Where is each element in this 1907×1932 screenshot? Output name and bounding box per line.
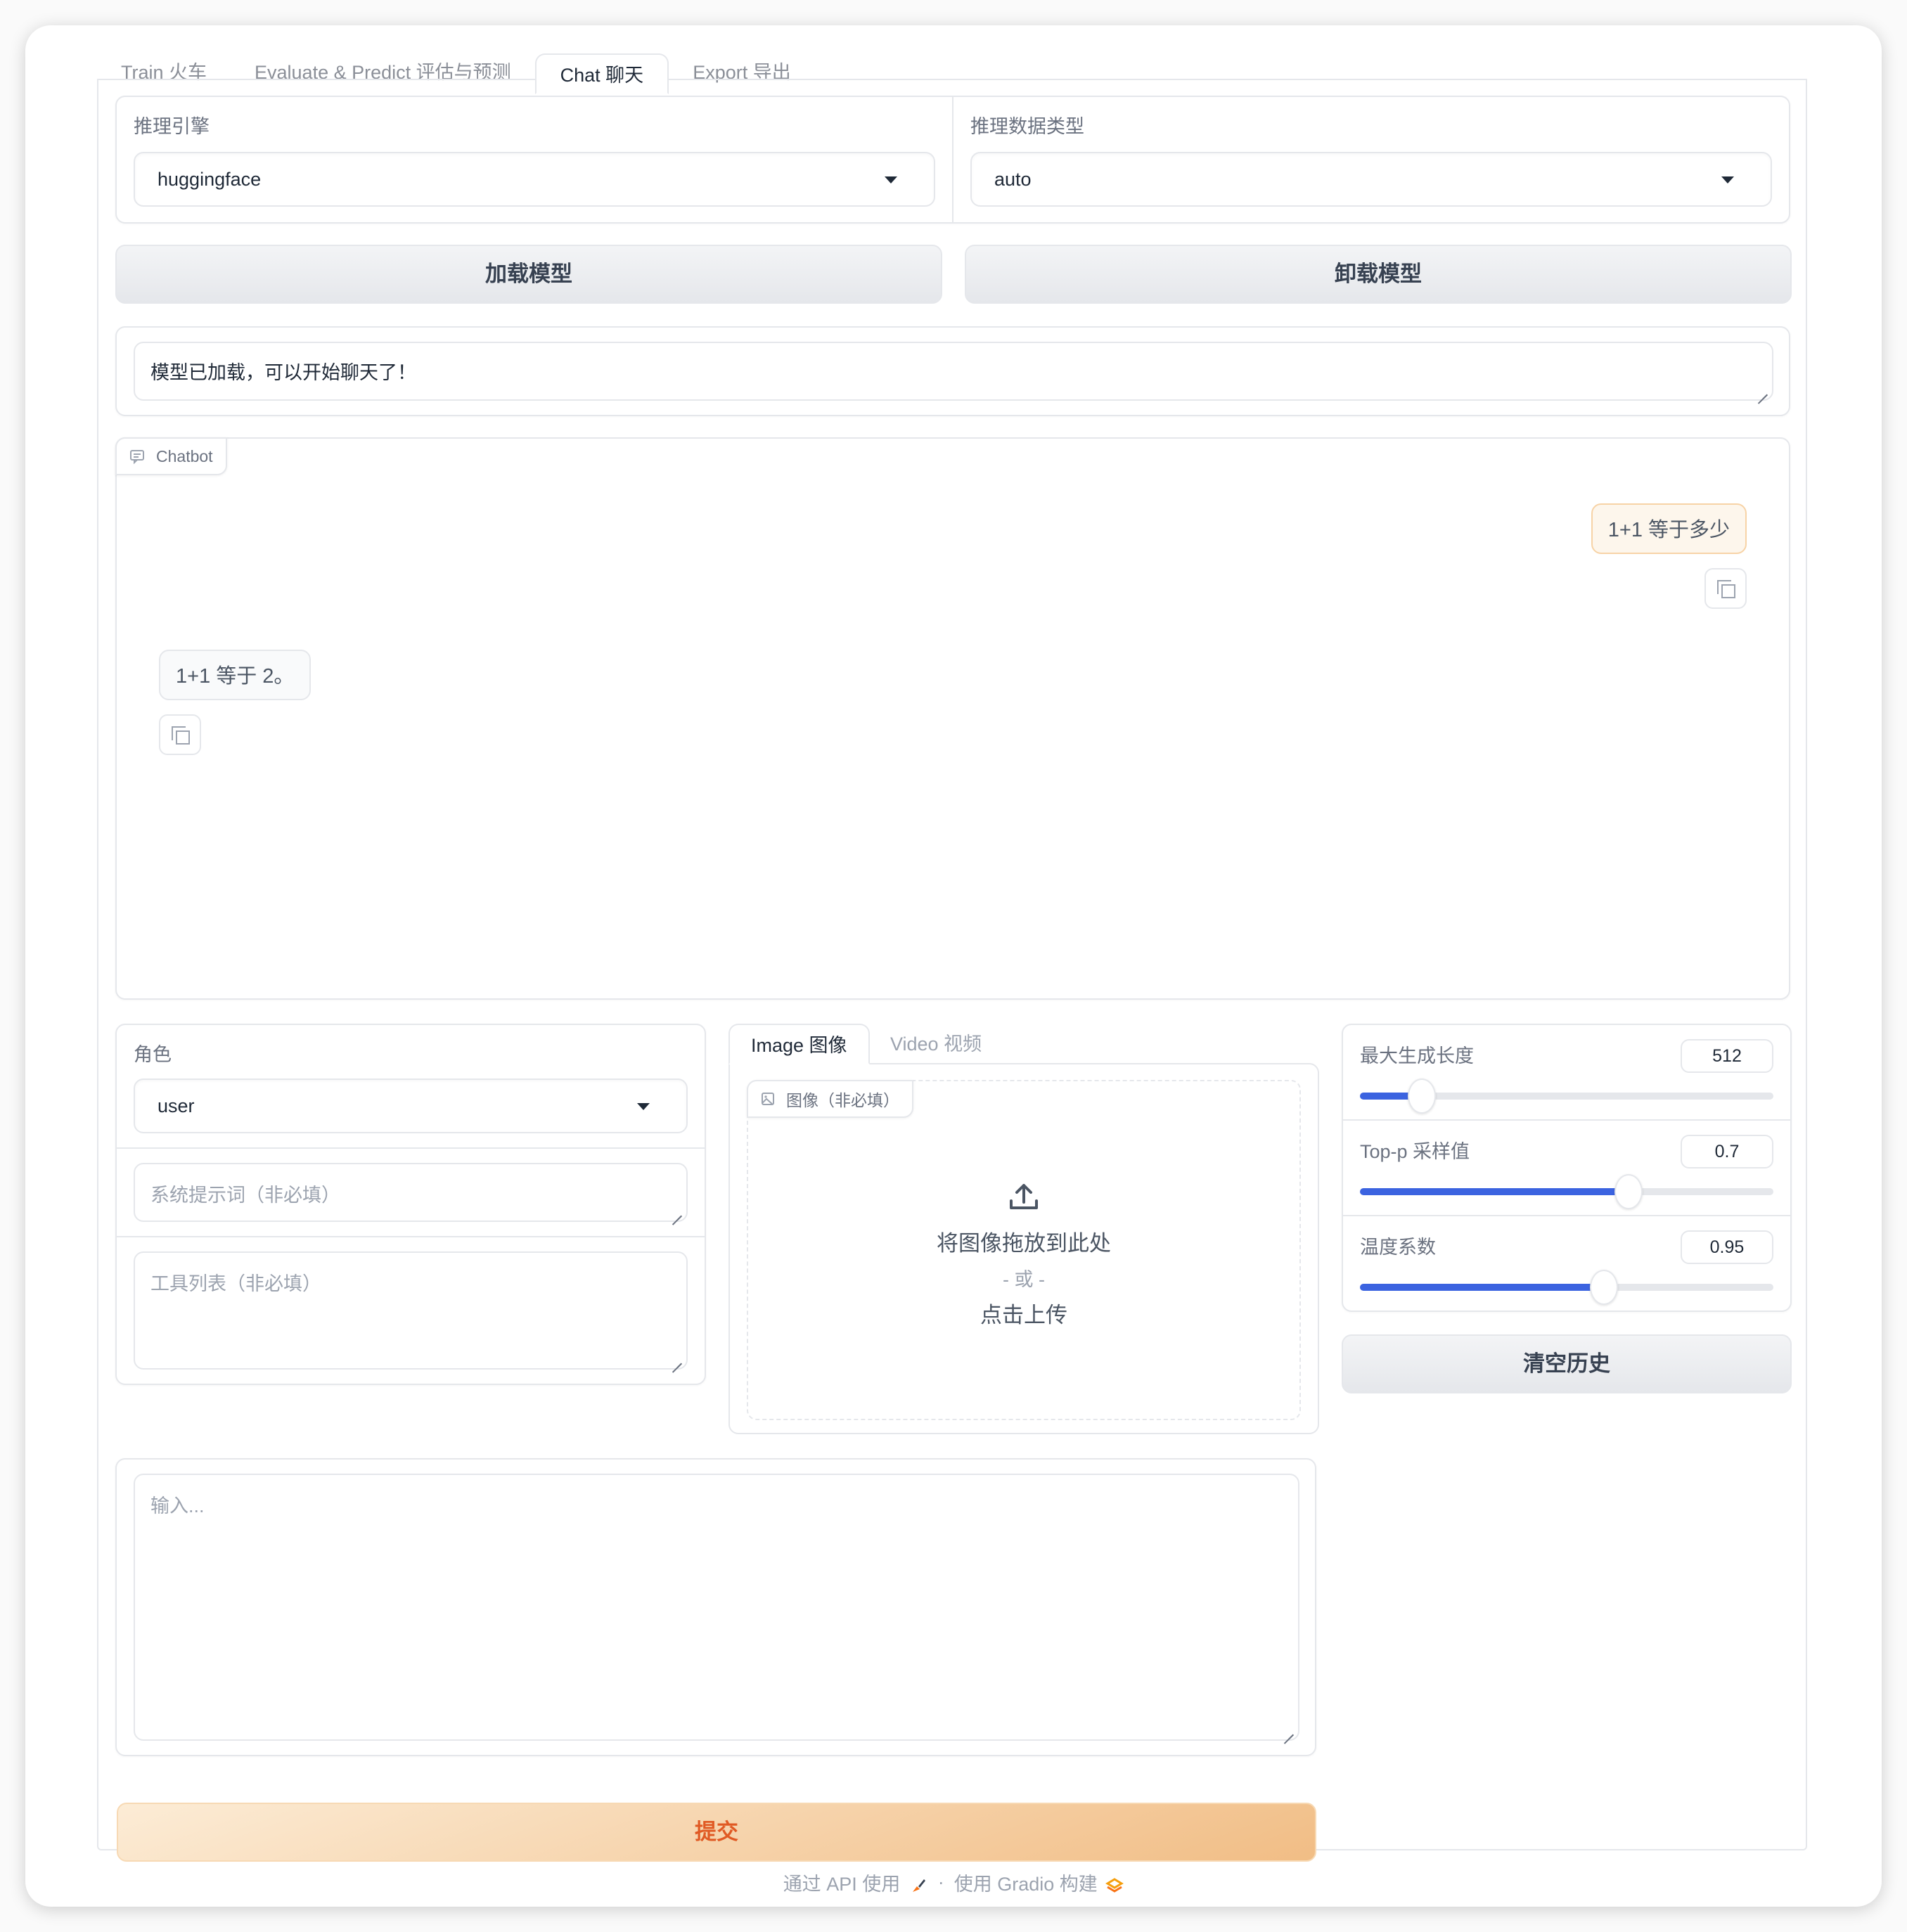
copy-assistant-message-button[interactable] — [159, 714, 201, 755]
tools-input[interactable]: 工具列表（非必填） — [134, 1251, 688, 1370]
tab-chat[interactable]: Chat 聊天 — [534, 53, 669, 94]
max-length-slider[interactable] — [1360, 1078, 1773, 1114]
tab-image[interactable]: Image 图像 — [728, 1024, 870, 1064]
dtype-select[interactable]: auto — [970, 152, 1772, 207]
system-prompt-input[interactable]: 系统提示词（非必填） — [134, 1163, 688, 1222]
unload-model-button[interactable]: 卸载模型 — [965, 245, 1792, 304]
role-label: 角色 — [134, 1044, 172, 1065]
status-block: 模型已加载，可以开始聊天了！ — [115, 326, 1790, 416]
chevron-down-icon — [885, 176, 897, 183]
clear-history-button[interactable]: 清空历史 — [1342, 1334, 1792, 1393]
inference-settings: 推理引擎 huggingface 推理数据类型 auto — [115, 96, 1790, 224]
chatbot: Chatbot 1+1 等于多少 1+1 等于 2。 — [115, 437, 1790, 1000]
max-length-input[interactable]: 512 — [1681, 1039, 1773, 1073]
temperature-label: 温度系数 — [1360, 1237, 1436, 1258]
status-textbox[interactable]: 模型已加载，可以开始聊天了！ — [134, 342, 1773, 401]
engine-label: 推理引擎 — [134, 116, 210, 137]
use-via-api-link[interactable]: 通过 API 使用 — [783, 1869, 928, 1896]
top-p-slider-row: Top-p 采样值 0.7 — [1343, 1121, 1790, 1216]
max-length-slider-row: 最大生成长度 512 — [1343, 1025, 1790, 1121]
chat-tab-panel: 推理引擎 huggingface 推理数据类型 auto 加载模型 卸载模型 模… — [97, 79, 1807, 1862]
load-model-button[interactable]: 加载模型 — [115, 245, 942, 304]
resize-handle-icon[interactable] — [672, 1206, 682, 1216]
top-p-slider[interactable] — [1360, 1174, 1773, 1209]
slider-thumb[interactable] — [1408, 1078, 1437, 1114]
role-value: user — [158, 1095, 195, 1116]
image-label-chip: 图像（非必填） — [747, 1080, 913, 1118]
role-select[interactable]: user — [134, 1078, 688, 1133]
image-icon — [762, 1093, 774, 1105]
media-tabs: Image 图像 Video 视频 图像（非必填） 将图像拖放到此处 - 或 -… — [728, 1024, 1319, 1434]
gradio-logo-icon — [1105, 1878, 1124, 1893]
generation-params: 最大生成长度 512 Top-p 采样值 0.7 温度系数 0.95 — [1342, 1024, 1792, 1312]
image-tab-panel: 图像（非必填） 将图像拖放到此处 - 或 - 点击上传 — [728, 1063, 1319, 1434]
user-message: 1+1 等于多少 — [1591, 503, 1747, 554]
dtype-label: 推理数据类型 — [970, 116, 1084, 137]
footer-separator: · — [937, 1872, 944, 1893]
temperature-input[interactable]: 0.95 — [1681, 1230, 1773, 1264]
system-prompt-placeholder: 系统提示词（非必填） — [150, 1185, 340, 1206]
copy-user-message-button[interactable] — [1704, 568, 1747, 609]
resize-handle-icon[interactable] — [1758, 385, 1768, 395]
input-block: 输入... — [115, 1458, 1316, 1756]
image-upload-dropzone[interactable]: 图像（非必填） 将图像拖放到此处 - 或 - 点击上传 — [747, 1080, 1301, 1420]
slider-thumb[interactable] — [1589, 1270, 1618, 1305]
engine-value: huggingface — [158, 169, 262, 190]
gradio-link-text: 使用 Gradio 构建 — [954, 1874, 1098, 1895]
dtype-value: auto — [994, 169, 1032, 190]
resize-handle-icon[interactable] — [672, 1354, 682, 1364]
chevron-down-icon — [637, 1103, 650, 1110]
divider — [952, 97, 954, 222]
or-text: - 或 - — [1003, 1269, 1045, 1290]
app-window: Train 火车 Evaluate & Predict 评估与预测 Chat 聊… — [25, 25, 1882, 1907]
resize-handle-icon[interactable] — [1284, 1725, 1294, 1735]
image-label: 图像（非必填） — [786, 1091, 899, 1109]
copy-icon-front — [176, 730, 190, 745]
submit-button[interactable]: 提交 — [117, 1803, 1316, 1862]
tools-placeholder: 工具列表（非必填） — [150, 1273, 321, 1294]
copy-icon-front — [1721, 584, 1735, 598]
rocket-icon — [912, 1879, 925, 1892]
built-with-gradio-link[interactable]: 使用 Gradio 构建 — [954, 1869, 1124, 1896]
slider-thumb[interactable] — [1614, 1174, 1643, 1209]
status-text: 模型已加载，可以开始聊天了！ — [150, 362, 416, 383]
slider-fill — [1360, 1284, 1604, 1291]
click-upload-text: 点击上传 — [980, 1303, 1067, 1327]
api-link-text: 通过 API 使用 — [783, 1874, 901, 1895]
tab-video[interactable]: Video 视频 — [869, 1024, 1003, 1064]
message-input[interactable]: 输入... — [134, 1474, 1299, 1741]
message-input-placeholder: 输入... — [150, 1495, 205, 1516]
temperature-slider[interactable] — [1360, 1270, 1773, 1305]
chat-icon — [130, 450, 144, 464]
max-length-label: 最大生成长度 — [1360, 1045, 1474, 1067]
top-p-label: Top-p 采样值 — [1360, 1141, 1470, 1162]
temperature-slider-row: 温度系数 0.95 — [1343, 1216, 1790, 1312]
divider — [117, 1147, 705, 1149]
drop-text: 将图像拖放到此处 — [937, 1231, 1111, 1256]
footer: 通过 API 使用 · 使用 Gradio 构建 — [25, 1869, 1882, 1896]
slider-fill — [1360, 1188, 1629, 1195]
assistant-message: 1+1 等于 2。 — [159, 650, 312, 700]
upload-icon — [1010, 1184, 1038, 1209]
chatbot-label: Chatbot — [156, 446, 213, 465]
top-p-input[interactable]: 0.7 — [1681, 1135, 1773, 1168]
divider — [117, 1236, 705, 1237]
role-block: 角色 user 系统提示词（非必填） 工具列表（非必填） — [115, 1024, 706, 1385]
chatbot-label-chip: Chatbot — [115, 437, 227, 475]
chevron-down-icon — [1721, 176, 1734, 183]
engine-select[interactable]: huggingface — [134, 152, 935, 207]
